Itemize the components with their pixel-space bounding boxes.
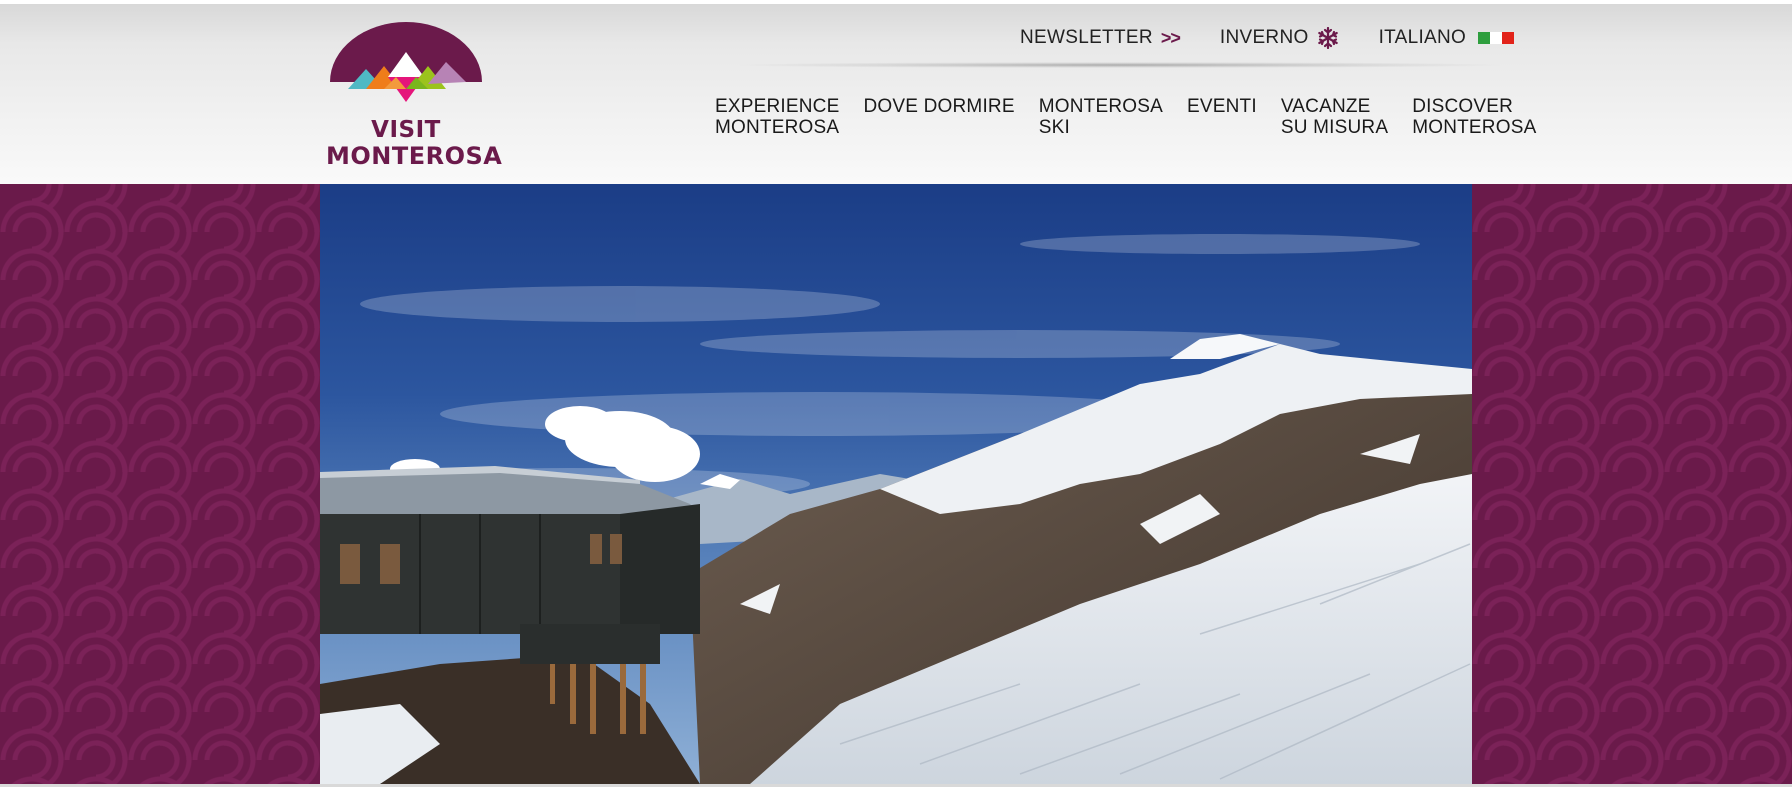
logo-line-monterosa: MONTEROSA <box>326 142 503 170</box>
logo-line-visit: VISIT <box>371 117 441 143</box>
nav-item-dove-dormire[interactable]: DOVE DORMIRE <box>863 96 1014 138</box>
utility-nav: NEWSLETTER >> INVERNO ITALIANO <box>1020 26 1515 50</box>
nav-item-vacanze-su-misura[interactable]: VACANZE SU MISURA <box>1281 96 1388 138</box>
snowflake-icon <box>1317 27 1338 49</box>
inverno-label: INVERNO <box>1219 27 1309 48</box>
header-divider <box>740 62 1500 68</box>
hero-image <box>320 184 1472 784</box>
site-header: VISIT MONTEROSA NEWSLETTER >> INVERNO IT… <box>0 0 1792 184</box>
newsletter-label: NEWSLETTER <box>1020 27 1153 48</box>
nav-item-eventi[interactable]: EVENTI <box>1187 96 1257 138</box>
mountain-hut-glacier-photo <box>320 184 1472 784</box>
inverno-link[interactable]: INVERNO <box>1220 27 1339 49</box>
nav-item-discover-monterosa[interactable]: DISCOVER MONTEROSA <box>1412 96 1536 138</box>
page: VISIT MONTEROSA NEWSLETTER >> INVERNO IT… <box>0 0 1792 787</box>
double-chevron-right-icon: >> <box>1160 27 1181 48</box>
nav-item-experience-monterosa[interactable]: EXPERIENCE MONTEROSA <box>715 96 839 138</box>
logo-mark-icon <box>330 22 482 102</box>
main-nav: EXPERIENCE MONTEROSA DOVE DORMIRE MONTER… <box>715 96 1536 138</box>
language-selector[interactable]: ITALIANO <box>1379 27 1515 49</box>
italian-flag-icon <box>1478 32 1515 44</box>
language-label: ITALIANO <box>1378 27 1467 48</box>
logo-text: VISIT MONTEROSA <box>326 117 503 170</box>
nav-item-monterosa-ski[interactable]: MONTEROSA SKI <box>1039 96 1163 138</box>
visit-monterosa-logo[interactable]: VISIT MONTEROSA <box>326 22 503 172</box>
newsletter-link[interactable]: NEWSLETTER >> <box>1020 27 1181 49</box>
